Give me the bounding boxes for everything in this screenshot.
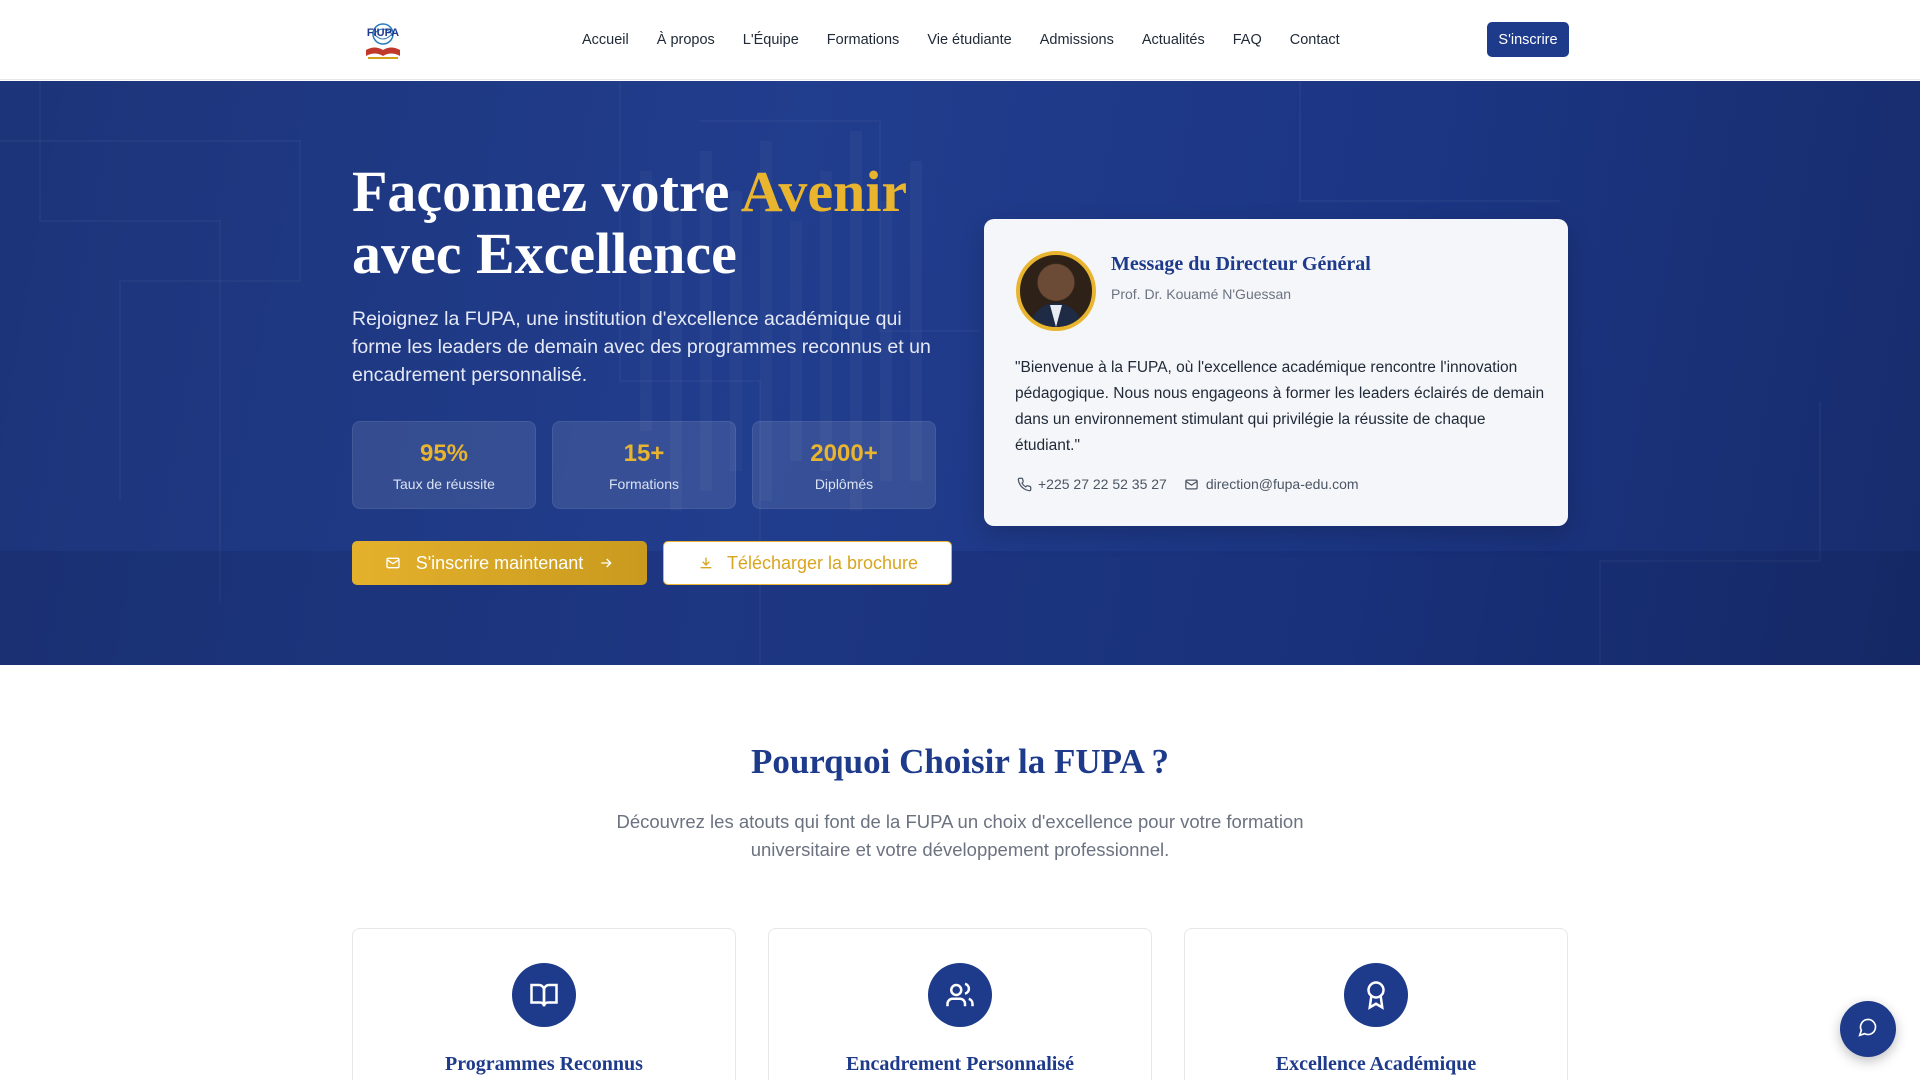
enroll-now-label: S'inscrire maintenant (415, 552, 584, 573)
chat-bubble-icon (1858, 1017, 1878, 1042)
feature-card-encadrement: Encadrement Personnalisé (768, 928, 1152, 1080)
nav-link-vie-etudiante[interactable]: Vie étudiante (913, 32, 1025, 48)
download-brochure-label: Télécharger la brochure (726, 552, 919, 573)
enroll-now-button[interactable]: S'inscrire maintenant (352, 541, 647, 585)
arrow-right-icon (597, 554, 615, 572)
nav-link-contact[interactable]: Contact (1276, 32, 1354, 48)
director-phone[interactable]: +225 27 22 52 35 27 (1015, 475, 1167, 493)
feature-card-programmes: Programmes Reconnus (352, 928, 736, 1080)
stat-label: Taux de réussite (393, 476, 495, 492)
hero-subtitle: Rejoignez la FUPA, une institution d'exc… (352, 308, 931, 386)
nav-link-admissions[interactable]: Admissions (1026, 32, 1128, 48)
feature-title: Programmes Reconnus (445, 1053, 643, 1075)
director-card-title: Message du Directeur Général (1111, 253, 1371, 275)
features-grid: Programmes Reconnus Encadrement Personna… (352, 928, 1568, 1080)
stats-row: 95% Taux de réussite 15+ Formations 2000… (352, 421, 936, 509)
svg-text:FIUPA: FIUPA (367, 27, 399, 39)
why-section-title: Pourquoi Choisir la FUPA ? (750, 742, 1170, 781)
award-icon (1344, 963, 1408, 1027)
nav-link-faq[interactable]: FAQ (1219, 32, 1276, 48)
hero-title-accent: Avenir (740, 159, 908, 224)
stat-card-success-rate: 95% Taux de réussite (352, 421, 536, 509)
director-quote: "Bienvenue à la FUPA, où l'excellence ac… (1015, 359, 1545, 454)
phone-icon (1015, 475, 1033, 493)
director-message-card: Message du Directeur Général Prof. Dr. K… (984, 219, 1568, 526)
feature-title: Encadrement Personnalisé (846, 1053, 1074, 1075)
nav-link-formations[interactable]: Formations (813, 32, 914, 48)
stat-card-formations: 15+ Formations (552, 421, 736, 509)
feature-card-excellence: Excellence Académique (1184, 928, 1568, 1080)
director-avatar (1016, 251, 1096, 331)
signup-button[interactable]: S'inscrire (1487, 22, 1569, 57)
why-section-subtitle: Découvrez les atouts qui font de la FUPA… (616, 811, 1304, 860)
hero-section: Façonnez votre Avenir avec Excellence Re… (0, 81, 1920, 665)
nav-link-accueil[interactable]: Accueil (568, 32, 643, 48)
stat-value: 15+ (623, 440, 665, 467)
hero-title: Façonnez votre Avenir avec Excellence (352, 159, 908, 286)
nav-link-actualites[interactable]: Actualités (1128, 32, 1219, 48)
book-open-icon (512, 963, 576, 1027)
nav-link-a-propos[interactable]: À propos (643, 32, 729, 48)
mail-icon (384, 554, 402, 572)
stat-label: Formations (608, 476, 680, 492)
download-brochure-button[interactable]: Télécharger la brochure (663, 541, 952, 585)
stat-value: 2000+ (810, 440, 878, 467)
feature-title: Excellence Académique (1275, 1053, 1477, 1075)
stat-label: Diplômés (814, 476, 874, 492)
main-menu: Accueil À propos L'Équipe Formations Vie… (568, 0, 1354, 80)
stat-value: 95% (419, 440, 469, 467)
top-navbar: FIUPA Accueil À propos L'Équipe Formatio… (0, 0, 1920, 80)
users-icon (928, 963, 992, 1027)
mail-icon (1183, 475, 1201, 493)
nav-link-equipe[interactable]: L'Équipe (729, 32, 813, 48)
director-name: Prof. Dr. Kouamé N'Guessan (1111, 286, 1292, 302)
download-icon (697, 554, 715, 572)
director-email[interactable]: direction@fupa-edu.com (1183, 475, 1359, 493)
chat-button[interactable] (1840, 1001, 1896, 1057)
fupa-logo[interactable]: FIUPA (360, 20, 406, 62)
director-contact: +225 27 22 52 35 27 direction@fupa-edu.c… (1015, 475, 1359, 493)
stat-card-graduates: 2000+ Diplômés (752, 421, 936, 509)
